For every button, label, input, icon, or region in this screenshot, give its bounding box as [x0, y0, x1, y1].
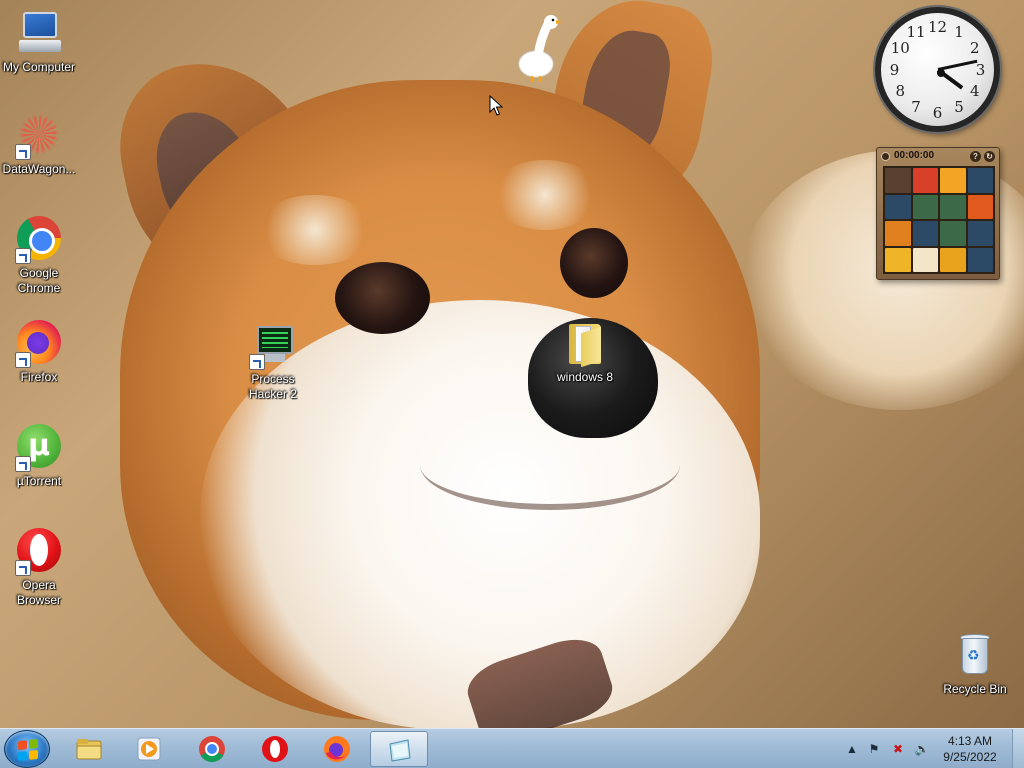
notification-area: ▲ ⚑ ✖ 🔈 4:13 AM 9/25/2022 — [842, 729, 1024, 768]
datawagon-icon — [15, 112, 63, 160]
taskbar-opera-button[interactable] — [246, 731, 304, 767]
taskbar-clock[interactable]: 4:13 AM 9/25/2022 — [938, 733, 1002, 765]
desktop-icon-label: My Computer — [2, 60, 76, 74]
puzzle-tile[interactable] — [967, 168, 993, 193]
clock-numeral: 5 — [954, 97, 964, 116]
desktop-icon-label: Firefox — [20, 370, 58, 384]
goose-icon — [518, 15, 562, 82]
puzzle-tile[interactable] — [885, 168, 911, 193]
folder-icon — [561, 320, 609, 368]
window-icon — [389, 739, 411, 762]
taskbar-explorer-button[interactable] — [60, 731, 118, 767]
clock-numeral: 7 — [911, 97, 921, 116]
taskbar-media-player-button[interactable] — [120, 731, 178, 767]
firefox-icon — [324, 736, 350, 762]
taskbar-chrome-button[interactable] — [183, 731, 241, 767]
recycle-bin-icon — [951, 632, 999, 680]
wallpaper-dog-brow-left — [255, 195, 375, 265]
desktop-icon-windows-8-folder[interactable]: windows 8 — [546, 320, 624, 385]
desktop-icon-opera[interactable]: Opera Browser — [1, 528, 77, 608]
desktop-icon-my-computer[interactable]: My Computer — [1, 10, 77, 75]
shortcut-arrow-icon — [15, 352, 31, 368]
computer-icon — [15, 10, 63, 58]
media-player-icon — [137, 737, 161, 761]
desktop-icon-label: DataWagon... — [2, 162, 76, 176]
puzzle-tile[interactable] — [967, 221, 993, 246]
timer-icon — [881, 151, 890, 161]
desktop-icon-datawagon[interactable]: DataWagon... — [1, 112, 77, 177]
clock-gadget[interactable]: 12 1 2 3 4 5 6 7 8 9 10 11 — [875, 7, 1000, 132]
desktop-icon-process-hacker[interactable]: Process Hacker 2 — [235, 322, 311, 402]
wallpaper-dog-mouth — [420, 420, 680, 510]
desktop-icon-label: Opera Browser — [16, 578, 61, 607]
desktop-icon-firefox[interactable]: Firefox — [1, 320, 77, 385]
puzzle-tile[interactable] — [885, 194, 911, 219]
puzzle-tile[interactable] — [940, 168, 966, 193]
action-center-icon[interactable]: ⚑ — [866, 741, 882, 757]
puzzle-tile[interactable] — [912, 221, 938, 246]
show-hidden-icons-icon[interactable]: ▲ — [844, 741, 860, 757]
clock-numeral: 8 — [895, 82, 906, 100]
desktop-icon-recycle-bin[interactable]: Recycle Bin — [937, 632, 1013, 697]
wallpaper-dog-eye-right — [560, 228, 628, 298]
desktop-icon-label: windows 8 — [556, 370, 614, 384]
puzzle-tile[interactable] — [885, 247, 911, 272]
shortcut-arrow-icon — [15, 456, 31, 472]
taskbar-time: 4:13 AM — [947, 734, 993, 748]
taskbar: ▲ ⚑ ✖ 🔈 4:13 AM 9/25/2022 — [0, 728, 1024, 768]
puzzle-tile[interactable] — [912, 247, 938, 272]
opera-icon — [15, 528, 63, 576]
clock-numeral: 2 — [969, 39, 980, 57]
desktop-wallpaper — [0, 0, 1024, 728]
desktop-icon-label: Google Chrome — [17, 266, 61, 295]
taskbar-firefox-button[interactable] — [308, 731, 366, 767]
show-desktop-button[interactable] — [1012, 729, 1024, 768]
picture-puzzle-gadget[interactable]: 00:00:00 ? ↻ — [876, 147, 1000, 280]
mouse-cursor-icon — [489, 95, 503, 116]
clock-numeral: 6 — [932, 103, 943, 122]
start-button[interactable] — [4, 730, 50, 768]
puzzle-timer: 00:00:00 — [894, 150, 935, 161]
chrome-icon — [15, 216, 63, 264]
shortcut-arrow-icon — [15, 144, 31, 160]
desktop-icon-label: µTorrent — [16, 474, 62, 488]
taskbar-date: 9/25/2022 — [943, 750, 997, 764]
taskbar-active-window-button[interactable] — [370, 731, 428, 767]
puzzle-tile[interactable] — [912, 168, 938, 193]
puzzle-tile[interactable] — [967, 247, 993, 272]
chrome-icon — [199, 736, 225, 763]
clock-numeral: 9 — [889, 60, 900, 79]
desktop-icon-label: Process Hacker 2 — [248, 372, 298, 401]
clock-hub — [937, 69, 945, 77]
puzzle-tile[interactable] — [940, 221, 966, 246]
puzzle-shuffle-button[interactable]: ↻ — [984, 150, 995, 162]
desktop-icon-label: Recycle Bin — [943, 682, 1007, 696]
clock-numeral: 10 — [890, 39, 910, 57]
shortcut-arrow-icon — [249, 354, 265, 370]
puzzle-grid — [883, 166, 995, 274]
desktop-icon-utorrent[interactable]: µ µTorrent — [1, 424, 77, 489]
firefox-icon — [15, 320, 63, 368]
utorrent-icon: µ — [15, 424, 63, 472]
shortcut-arrow-icon — [15, 560, 31, 576]
network-disconnected-icon[interactable]: ✖ — [890, 741, 906, 757]
clock-numeral: 12 — [927, 17, 948, 36]
wallpaper-dog-brow-right — [490, 160, 600, 230]
puzzle-help-button[interactable]: ? — [970, 150, 981, 162]
desktop-icon-google-chrome[interactable]: Google Chrome — [1, 216, 77, 296]
puzzle-tile[interactable] — [940, 194, 966, 219]
puzzle-tile[interactable] — [967, 194, 993, 219]
puzzle-toolbar: 00:00:00 ? ↻ — [877, 148, 999, 164]
clock-numeral: 11 — [906, 23, 926, 42]
folder-icon — [76, 739, 102, 760]
puzzle-tile[interactable] — [885, 221, 911, 246]
windows-logo-icon — [18, 738, 38, 762]
puzzle-tile[interactable] — [940, 247, 966, 272]
volume-icon[interactable]: 🔈 — [914, 741, 930, 757]
opera-icon — [262, 736, 288, 762]
wallpaper-dog-eye-left — [335, 262, 430, 334]
puzzle-tile[interactable] — [912, 194, 938, 219]
shortcut-arrow-icon — [15, 248, 31, 264]
process-hacker-icon — [249, 322, 297, 370]
